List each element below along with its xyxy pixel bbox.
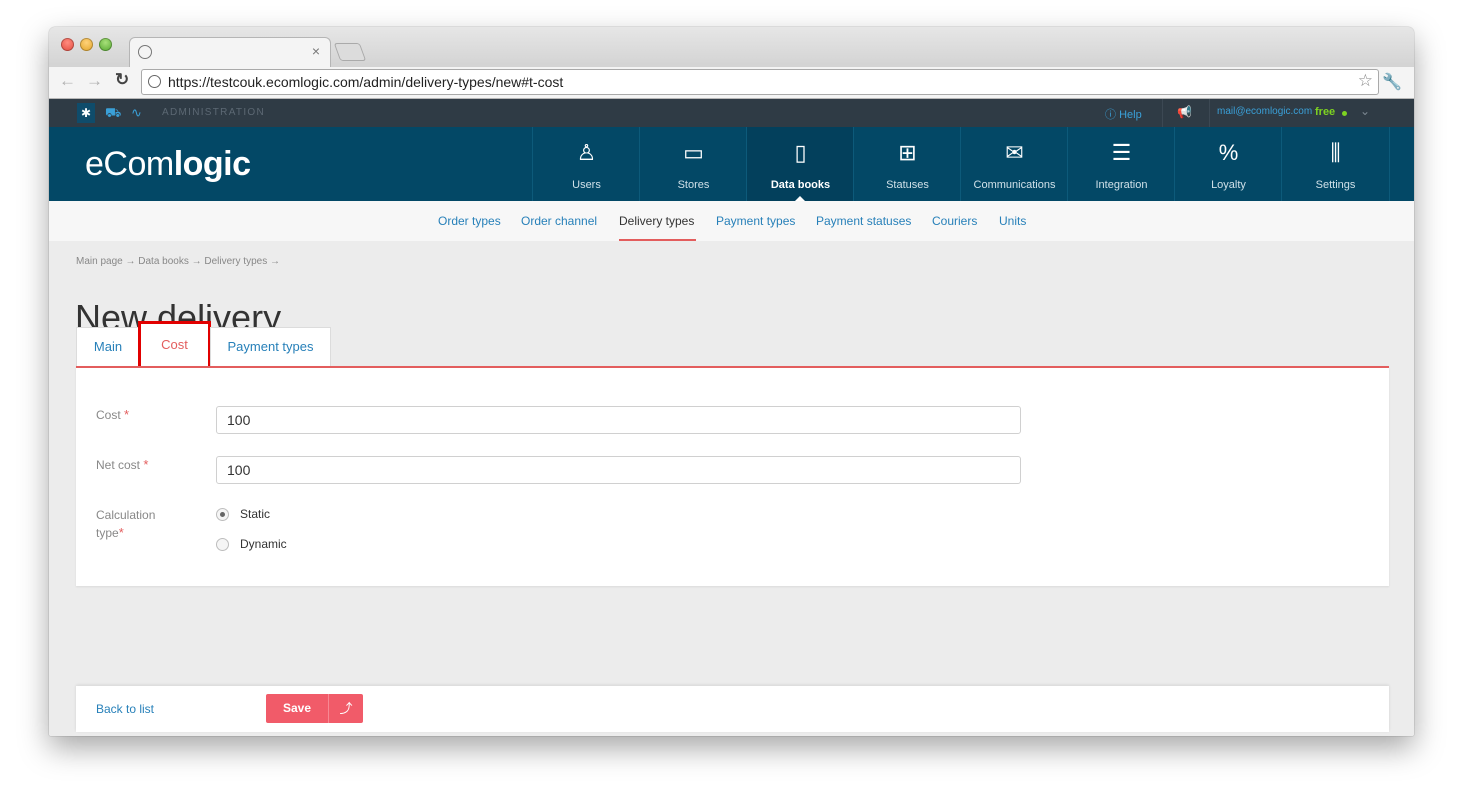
nav-label: Communications	[973, 179, 1056, 191]
nav-item-integration[interactable]: ☰ Integration	[1067, 127, 1175, 201]
cost-label-text: Cost	[96, 408, 121, 422]
tab-main[interactable]: Main	[76, 327, 140, 366]
statuses-icon: ⊞	[898, 140, 917, 165]
megaphone-icon[interactable]: 📢	[1177, 105, 1192, 119]
nav-label: Settings	[1315, 179, 1356, 191]
static-radio[interactable]	[216, 508, 229, 521]
static-radio-label[interactable]: Static	[240, 507, 270, 521]
nav-label: Users	[572, 179, 601, 191]
save-button[interactable]: Save	[266, 694, 328, 723]
subnav-delivery-types[interactable]: Delivery types	[619, 214, 694, 228]
tab-payment-types[interactable]: Payment types	[210, 327, 331, 366]
browser-tab[interactable]: ×	[129, 37, 331, 68]
calculation-type-label: Calculation type*	[96, 506, 155, 542]
globe-icon	[148, 75, 161, 88]
globe-icon	[138, 45, 152, 59]
subnav-payment-statuses[interactable]: Payment statuses	[816, 214, 911, 228]
chevron-down-icon[interactable]: ⌄	[1360, 104, 1370, 118]
form-footer: Back to list Save ⤴	[76, 686, 1389, 732]
back-to-list-link[interactable]: Back to list	[96, 702, 154, 716]
subnav-units[interactable]: Units	[999, 214, 1026, 228]
nav-item-users[interactable]: ♙ Users	[532, 127, 640, 201]
integration-icon: ☰	[1111, 140, 1132, 165]
new-tab-button[interactable]	[333, 43, 367, 61]
required-mark: *	[118, 525, 124, 540]
wrench-icon[interactable]: 🔧	[1382, 72, 1402, 92]
nav-label: Stores	[677, 179, 710, 191]
sliders-icon: ⫼	[1330, 140, 1341, 165]
required-mark: *	[124, 407, 130, 422]
nav-item-settings[interactable]: ⫼ Settings	[1281, 127, 1390, 201]
address-bar[interactable]: https://testcouk.ecomlogic.com/admin/del…	[141, 69, 1379, 95]
logo-text-bold: logic	[173, 145, 251, 183]
tab-close-icon[interactable]: ×	[312, 43, 320, 59]
back-arrow-icon[interactable]: ←	[59, 71, 76, 91]
sub-navigation: Order types Order channel Delivery types…	[49, 201, 1414, 242]
calc-label-line2: type	[96, 526, 119, 540]
cost-form-panel: Cost * Net cost * Calculationtype* Stati…	[76, 366, 1389, 586]
mail-icon: ✉	[1005, 140, 1024, 165]
ecomlogic-logo[interactable]: eComlogic	[85, 145, 251, 184]
page-content: Main page → Data books → Delivery types …	[49, 241, 1414, 736]
browser-toolbar: ← → ↻ https://testcouk.ecomlogic.com/adm…	[49, 67, 1414, 99]
cart-icon[interactable]: ⛟	[105, 105, 121, 123]
save-and-return-button[interactable]: ⤴	[328, 694, 363, 723]
net-cost-label-text: Net cost	[96, 458, 141, 472]
divider	[1209, 99, 1210, 127]
subnav-payment-types[interactable]: Payment types	[716, 214, 795, 228]
analytics-icon[interactable]: ∿	[131, 105, 142, 121]
user-icon: ♙	[576, 140, 597, 165]
net-cost-input[interactable]	[216, 456, 1021, 484]
cost-input[interactable]	[216, 406, 1021, 434]
nav-label: Loyalty	[1211, 179, 1246, 191]
dynamic-radio-label[interactable]: Dynamic	[240, 537, 287, 551]
address-url[interactable]: https://testcouk.ecomlogic.com/admin/del…	[168, 74, 563, 90]
help-link[interactable]: ⓘ Help	[1105, 106, 1142, 122]
percent-icon: %	[1218, 140, 1239, 165]
nav-item-communications[interactable]: ✉ Communications	[960, 127, 1068, 201]
calc-label-line1: Calculation	[96, 508, 156, 522]
breadcrumb[interactable]: Main page → Data books → Delivery types …	[76, 256, 280, 267]
divider	[1162, 99, 1163, 127]
minimize-window-button[interactable]	[80, 38, 93, 51]
nav-item-data-books[interactable]: ▯ Data books	[746, 127, 854, 201]
nav-item-statuses[interactable]: ⊞ Statuses	[853, 127, 961, 201]
bookmark-star-icon[interactable]: ☆	[1358, 71, 1373, 91]
nav-item-stores[interactable]: ▭ Stores	[639, 127, 747, 201]
plan-badge: free	[1315, 106, 1336, 118]
forward-arrow-icon[interactable]: →	[86, 71, 103, 91]
nav-label: Statuses	[886, 179, 929, 191]
nav-item-loyalty[interactable]: % Loyalty	[1174, 127, 1282, 201]
main-navigation: eComlogic ♙ Users ▭ Stores ▯ Data books …	[49, 127, 1414, 201]
close-window-button[interactable]	[61, 38, 74, 51]
dynamic-radio[interactable]	[216, 538, 229, 551]
tab-cost[interactable]: Cost	[138, 321, 211, 369]
book-icon: ▯	[794, 140, 807, 165]
admin-bar: ✱ ⛟ ∿ ADMINISTRATION ⓘ Help 📢 mail@ecoml…	[49, 99, 1414, 127]
nav-label: Data books	[770, 179, 831, 191]
logo-text-light: eCom	[85, 145, 174, 183]
browser-titlebar: ×	[49, 27, 1414, 68]
subnav-order-channel[interactable]: Order channel	[521, 214, 597, 228]
administration-label: ADMINISTRATION	[162, 107, 266, 118]
help-label: Help	[1119, 109, 1142, 121]
subnav-couriers[interactable]: Couriers	[932, 214, 977, 228]
nav-label: Integration	[1095, 179, 1148, 191]
reload-icon[interactable]: ↻	[115, 70, 129, 90]
subnav-order-types[interactable]: Order types	[438, 214, 501, 228]
gear-icon[interactable]: ✱	[77, 103, 95, 123]
net-cost-label: Net cost *	[96, 456, 148, 474]
account-email[interactable]: mail@ecomlogic.com	[1217, 106, 1312, 117]
browser-window: × ← → ↻ https://testcouk.ecomlogic.com/a…	[49, 27, 1414, 736]
cost-label: Cost *	[96, 406, 129, 424]
maximize-window-button[interactable]	[99, 38, 112, 51]
required-mark: *	[143, 457, 149, 472]
status-dot-icon	[1342, 111, 1347, 116]
store-icon: ▭	[683, 140, 704, 165]
